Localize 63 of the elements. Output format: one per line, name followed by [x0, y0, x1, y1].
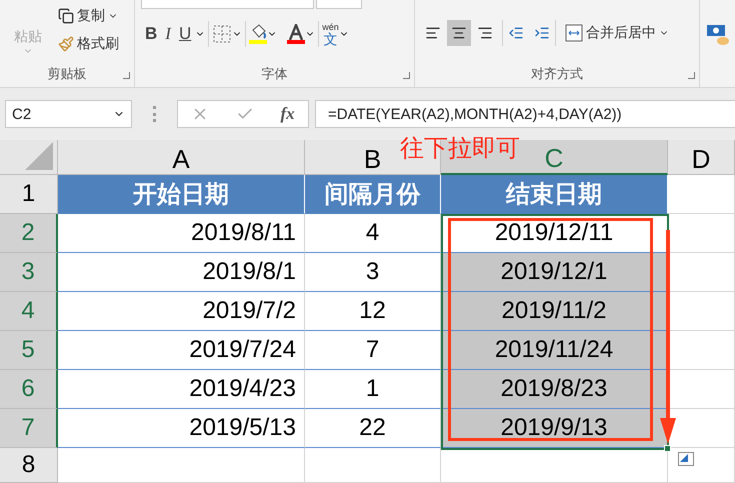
- row-header[interactable]: 5: [0, 331, 58, 370]
- table-cell: 2019/7/2: [58, 292, 305, 331]
- fill-handle[interactable]: [664, 445, 671, 452]
- italic-button[interactable]: I: [161, 24, 175, 44]
- annotation-text: 往下拉即可: [400, 134, 520, 164]
- underline-button[interactable]: U: [174, 24, 196, 44]
- copy-button[interactable]: 复制: [54, 4, 123, 28]
- row-header[interactable]: 4: [0, 292, 58, 331]
- row-header[interactable]: 1: [0, 175, 58, 214]
- group-label: 对齐方式: [531, 65, 583, 83]
- table-cell: 4: [305, 214, 441, 253]
- increase-indent-icon[interactable]: [534, 25, 550, 41]
- row-header[interactable]: 2: [0, 214, 58, 253]
- font-name-field[interactable]: [141, 0, 314, 9]
- phonetic-guide-button[interactable]: wén 文: [322, 22, 339, 46]
- row-header[interactable]: 6: [0, 370, 58, 409]
- table-cell: 2019/4/23: [58, 370, 305, 409]
- merge-center-button[interactable]: 合并后居中: [561, 21, 673, 45]
- money-icon[interactable]: [706, 22, 730, 46]
- group-label: 剪贴板: [48, 65, 86, 83]
- table-cell: 2019/12/1: [441, 253, 668, 292]
- table-cell: 2019/7/24: [58, 331, 305, 370]
- dialog-launcher-icon[interactable]: [123, 72, 130, 79]
- table-cell: 2019/8/23: [441, 370, 668, 409]
- table-cell: 2019/11/24: [441, 331, 668, 370]
- decrease-indent-icon[interactable]: [508, 25, 524, 41]
- align-center-icon[interactable]: [451, 25, 467, 41]
- align-right-icon[interactable]: [477, 25, 493, 41]
- dialog-launcher-icon[interactable]: [688, 72, 695, 79]
- merge-cells-icon[interactable]: [565, 24, 583, 42]
- copy-icon[interactable]: [58, 8, 74, 24]
- group-label: 字体: [262, 65, 288, 83]
- table-cell: 2019/5/13: [58, 409, 305, 448]
- column-header[interactable]: A: [172, 145, 190, 173]
- font-size-field[interactable]: [316, 0, 362, 9]
- header-cell: 开始日期: [58, 175, 305, 214]
- table-cell: 2019/11/2: [441, 292, 668, 331]
- table-cell: 2019/8/11: [58, 214, 305, 253]
- align-button[interactable]: [447, 20, 471, 46]
- border-icon[interactable]: [212, 24, 232, 44]
- insert-function-button[interactable]: fx: [280, 104, 295, 124]
- align-left-icon[interactable]: [425, 25, 441, 41]
- table-cell: 22: [305, 409, 441, 448]
- column-header[interactable]: B: [364, 145, 382, 173]
- quick-analysis-icon[interactable]: [678, 452, 694, 466]
- table-cell: 2019/8/1: [58, 253, 305, 292]
- row-header[interactable]: 3: [0, 253, 58, 292]
- header-cell: 间隔月份: [305, 175, 441, 214]
- formula-field[interactable]: =DATE(YEAR(A2),MONTH(A2)+4,DAY(A2)): [315, 100, 735, 128]
- table-cell: 3: [305, 253, 441, 292]
- format-painter-button[interactable]: 格式刷: [54, 32, 123, 56]
- column-header[interactable]: C: [544, 144, 564, 172]
- header-cell: 结束日期: [441, 175, 668, 214]
- bold-button[interactable]: B: [141, 24, 162, 44]
- table-cell: 1: [305, 370, 441, 409]
- font-color-icon[interactable]: [287, 24, 306, 44]
- dialog-launcher-icon[interactable]: [403, 72, 410, 79]
- row-header[interactable]: 7: [0, 409, 58, 448]
- table-cell: 12: [305, 292, 441, 331]
- row-header[interactable]: 8: [0, 448, 58, 483]
- fill-color-icon[interactable]: [249, 24, 268, 44]
- name-box[interactable]: C2: [5, 100, 132, 128]
- table-cell: 7: [305, 331, 441, 370]
